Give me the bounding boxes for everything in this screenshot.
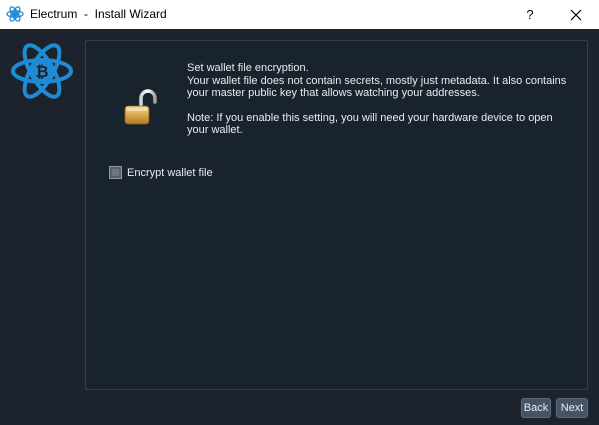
electrum-bitcoin-logo: ₿ — [11, 43, 73, 99]
message-note: Note: If you enable this setting, you wi… — [187, 111, 553, 124]
message-spacer — [187, 100, 577, 112]
encryption-message: Set wallet file encryption. Your wallet … — [187, 62, 577, 137]
encrypt-wallet-label[interactable]: Encrypt wallet file — [127, 167, 213, 179]
help-button[interactable]: ? — [507, 0, 553, 29]
wizard-panel: Set wallet file encryption. Your wallet … — [85, 40, 588, 390]
message-title: Set wallet file encryption. — [187, 62, 309, 74]
open-padlock-icon — [124, 89, 157, 125]
window-title: Electrum - Install Wizard — [30, 7, 167, 21]
message-note: your wallet. — [187, 124, 243, 136]
help-icon: ? — [526, 7, 534, 22]
electrum-atom-icon — [6, 6, 24, 22]
encrypt-wallet-checkbox[interactable] — [109, 166, 122, 179]
message-line: Your wallet file does not contain secret… — [187, 74, 567, 87]
title-bar: Electrum - Install Wizard ? — [0, 0, 599, 29]
next-button[interactable]: Next — [556, 398, 588, 418]
svg-text:₿: ₿ — [35, 62, 48, 81]
encrypt-wallet-row[interactable]: Encrypt wallet file — [109, 166, 213, 179]
message-line: your master public key that allows watch… — [187, 87, 480, 99]
back-button[interactable]: Back — [521, 398, 551, 418]
close-button[interactable] — [553, 0, 599, 29]
close-icon — [570, 9, 582, 20]
